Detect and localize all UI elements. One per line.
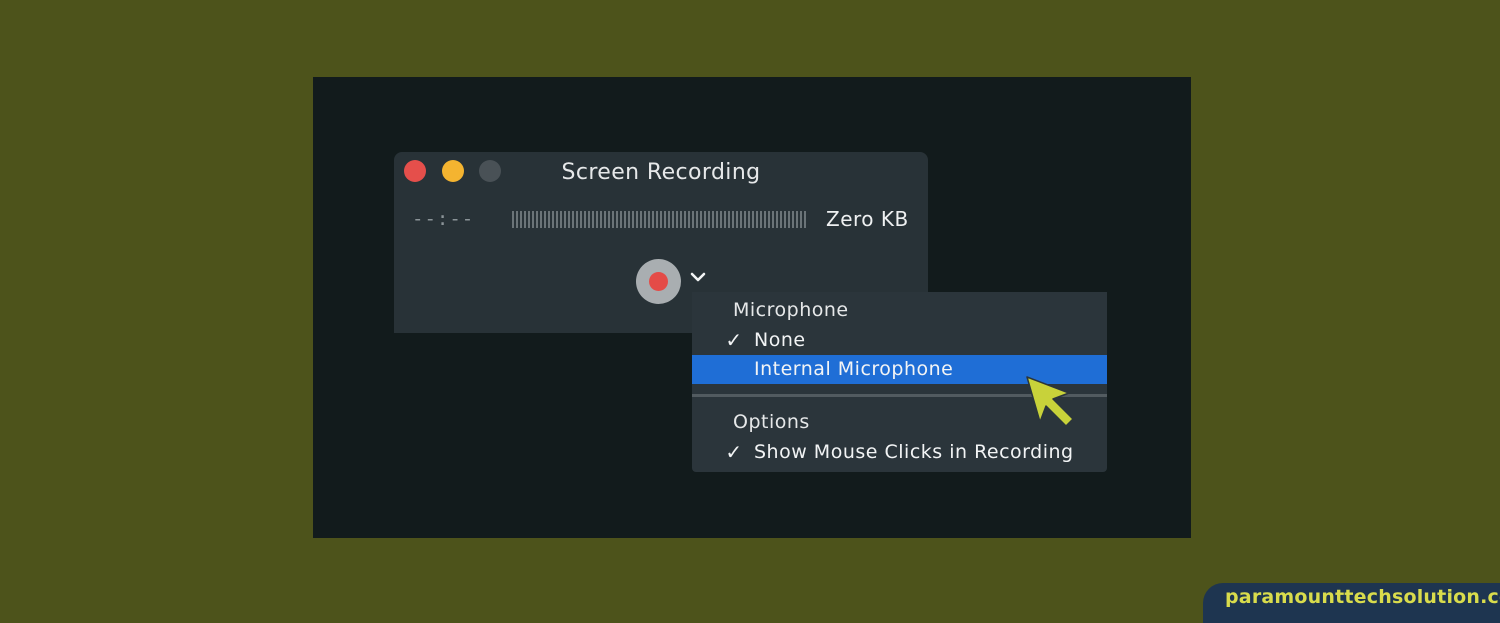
file-size-readout: Zero KB	[826, 207, 909, 231]
record-button[interactable]	[636, 259, 681, 304]
microphone-section-header: Microphone	[733, 299, 849, 321]
checkmark-icon: ✓	[725, 440, 743, 464]
audio-level-meter	[512, 211, 806, 228]
menu-item-none[interactable]: ✓ None	[692, 326, 1107, 355]
menu-item-label: Show Mouse Clicks in Recording	[754, 441, 1074, 463]
record-icon	[649, 272, 668, 291]
options-section-header: Options	[733, 411, 810, 433]
chevron-down-icon[interactable]	[689, 270, 707, 284]
window-title: Screen Recording	[561, 160, 761, 185]
watermark-text: paramounttechsolution.com	[1225, 586, 1500, 608]
menu-item-show-mouse-clicks[interactable]: ✓ Show Mouse Clicks in Recording	[692, 438, 1107, 467]
menu-item-label: Internal Microphone	[754, 358, 954, 380]
recording-timer: --:--	[412, 208, 475, 230]
mouse-pointer-icon	[1026, 376, 1074, 427]
menu-item-label: None	[754, 329, 806, 351]
checkmark-icon: ✓	[725, 328, 743, 352]
